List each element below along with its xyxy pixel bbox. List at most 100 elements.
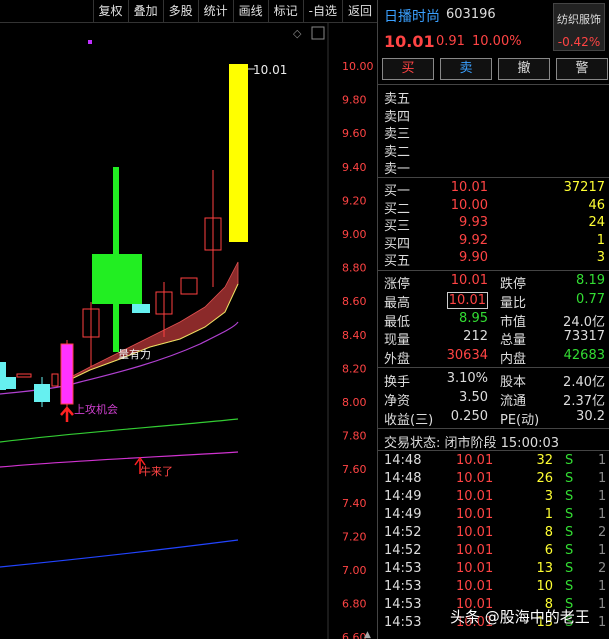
toolbar-button[interactable]: -自选 [302, 0, 342, 22]
price-axis-label: 6.60 [342, 631, 367, 639]
fundamental-label: 股本 [500, 375, 527, 390]
sell-level-row: 卖三 [378, 123, 609, 142]
fundamental-value: 3.50 [459, 390, 488, 405]
price-axis-label: 8.00 [342, 396, 367, 409]
tick-row: 14:53 10.01 10 S 1 [378, 579, 609, 596]
tick-price: 10.01 [456, 471, 494, 486]
price-axis-label: 9.80 [342, 94, 367, 107]
tick-time: 14:53 [384, 615, 422, 630]
divider [378, 84, 609, 85]
tick-side: S [565, 507, 574, 522]
tick-time: 14:49 [384, 507, 422, 522]
tick-time: 14:52 [384, 543, 422, 558]
tick-volume: 6 [544, 543, 553, 558]
tick-price: 10.01 [456, 579, 494, 594]
sell-level-row: 卖一 [378, 158, 609, 177]
buy-level-label: 买二 [384, 201, 411, 217]
tick-count: 1 [598, 453, 607, 468]
tick-side: S [565, 579, 574, 594]
toolbar-button[interactable]: 画线 [232, 0, 268, 22]
ma-green-line [0, 418, 239, 443]
tick-row: 14:48 10.01 26 S 1 [378, 471, 609, 488]
high-label: 10.01 [253, 63, 287, 77]
annotation-power: 量有力 [118, 347, 151, 361]
tick-price: 10.01 [456, 507, 494, 522]
sell-level-row: 卖二 [378, 141, 609, 160]
stat-value: 8.19 [576, 273, 605, 288]
stock-name[interactable]: 日播时尚 [384, 6, 440, 26]
fundamental-row: 收益(三) 0.250 PE(动) 30.2 [378, 409, 609, 428]
annotation-cow: 牛来了 [140, 464, 173, 478]
tick-volume: 26 [536, 471, 553, 486]
stat-label: 跌停 [500, 277, 527, 292]
tick-side: S [565, 561, 574, 576]
toolbar-button[interactable]: 复权 [92, 0, 128, 22]
sell-level-row: 卖四 [378, 106, 609, 125]
sell-button[interactable]: 卖 [440, 58, 492, 80]
tick-time: 14:48 [384, 471, 422, 486]
kline-svg[interactable]: ◇ 10.01 量有力 上攻机会 牛来了 10.00 9.80 9.60 9.40 9.… [0, 22, 377, 639]
tick-price: 10.01 [456, 543, 494, 558]
stat-value: 8.95 [459, 310, 488, 326]
alert-button[interactable]: 警 [556, 58, 608, 80]
stat-row: 外盘 30634 内盘 42683 [378, 348, 609, 368]
price-row: 10.01 0.91 10.00% [378, 30, 609, 52]
tick-volume: 32 [536, 453, 553, 468]
price-axis-label: 8.40 [342, 329, 367, 342]
kline-chart[interactable]: ◇ 10.01 量有力 上攻机会 牛来了 10.00 9.80 9.60 9.40 9.… [0, 22, 377, 639]
toolbar-button[interactable]: 多股 [162, 0, 198, 22]
tick-side: S [565, 489, 574, 504]
toolbar-button[interactable]: 叠加 [127, 0, 163, 22]
stat-label: 外盘 [384, 352, 411, 368]
toolbar-button[interactable]: 返回 [341, 0, 377, 22]
tick-side: S [565, 543, 574, 558]
stat-value: 24.0亿 [563, 314, 605, 330]
stat-label: 总量 [500, 333, 527, 349]
fundamental-value: 2.40亿 [563, 375, 605, 390]
stat-label: 最低 [384, 314, 411, 330]
stat-row: 涨停 10.01 跌停 8.19 [378, 273, 609, 292]
cancel-button[interactable]: 撤 [498, 58, 550, 80]
tick-price: 10.01 [456, 561, 494, 576]
price-change: 0.91 [436, 34, 465, 49]
toolbar-button[interactable]: 标记 [267, 0, 303, 22]
tick-row: 14:53 10.01 13 S 2 [378, 561, 609, 578]
fundamental-label: 换手 [384, 375, 411, 390]
tick-count: 1 [598, 489, 607, 504]
tick-time: 14:53 [384, 597, 422, 612]
buy-level-price: 10.01 [450, 180, 488, 195]
stat-value: 42683 [563, 348, 605, 364]
buy-button[interactable]: 买 [382, 58, 434, 80]
panel-toggle-icon[interactable] [311, 26, 325, 40]
tick-side: S [565, 453, 574, 468]
stock-code: 603196 [446, 7, 496, 22]
buy-level-volume: 1 [596, 232, 605, 248]
tick-time: 14:52 [384, 525, 422, 540]
buy-level-row: 买一 10.01 37217 [378, 180, 609, 199]
tick-side: S [565, 525, 574, 540]
tick-count: 2 [598, 525, 607, 540]
tick-count: 1 [598, 543, 607, 558]
tick-time: 14:53 [384, 561, 422, 576]
scroll-up-icon[interactable]: ▲ [364, 630, 371, 639]
arrow-up-icon [60, 406, 74, 422]
candle [0, 362, 6, 390]
divider [378, 367, 609, 368]
ma-blue-line [0, 539, 239, 568]
buy-level-row: 买三 9.93 24 [378, 215, 609, 234]
stat-value: 73317 [563, 329, 605, 345]
tick-volume: 8 [544, 525, 553, 540]
diamond-icon[interactable]: ◇ [293, 27, 302, 40]
buy-level-volume: 24 [588, 215, 605, 231]
chart-toolbar: 复权 叠加 多股 统计 画线 标记 -自选 返回 [0, 0, 377, 23]
buy-level-label: 买一 [384, 184, 411, 199]
buy-level-volume: 37217 [563, 180, 605, 195]
buy-level-row: 买五 9.90 3 [378, 250, 609, 269]
toolbar-button[interactable]: 统计 [197, 0, 233, 22]
stat-label: 市值 [500, 314, 527, 330]
tick-volume: 10 [536, 579, 553, 594]
trade-status: 交易状态: 闭市阶段 15:00:03 [384, 436, 560, 451]
tick-price: 10.01 [456, 489, 494, 504]
stat-row: 最低 8.95 市值 24.0亿 [378, 310, 609, 330]
divider [378, 270, 609, 271]
